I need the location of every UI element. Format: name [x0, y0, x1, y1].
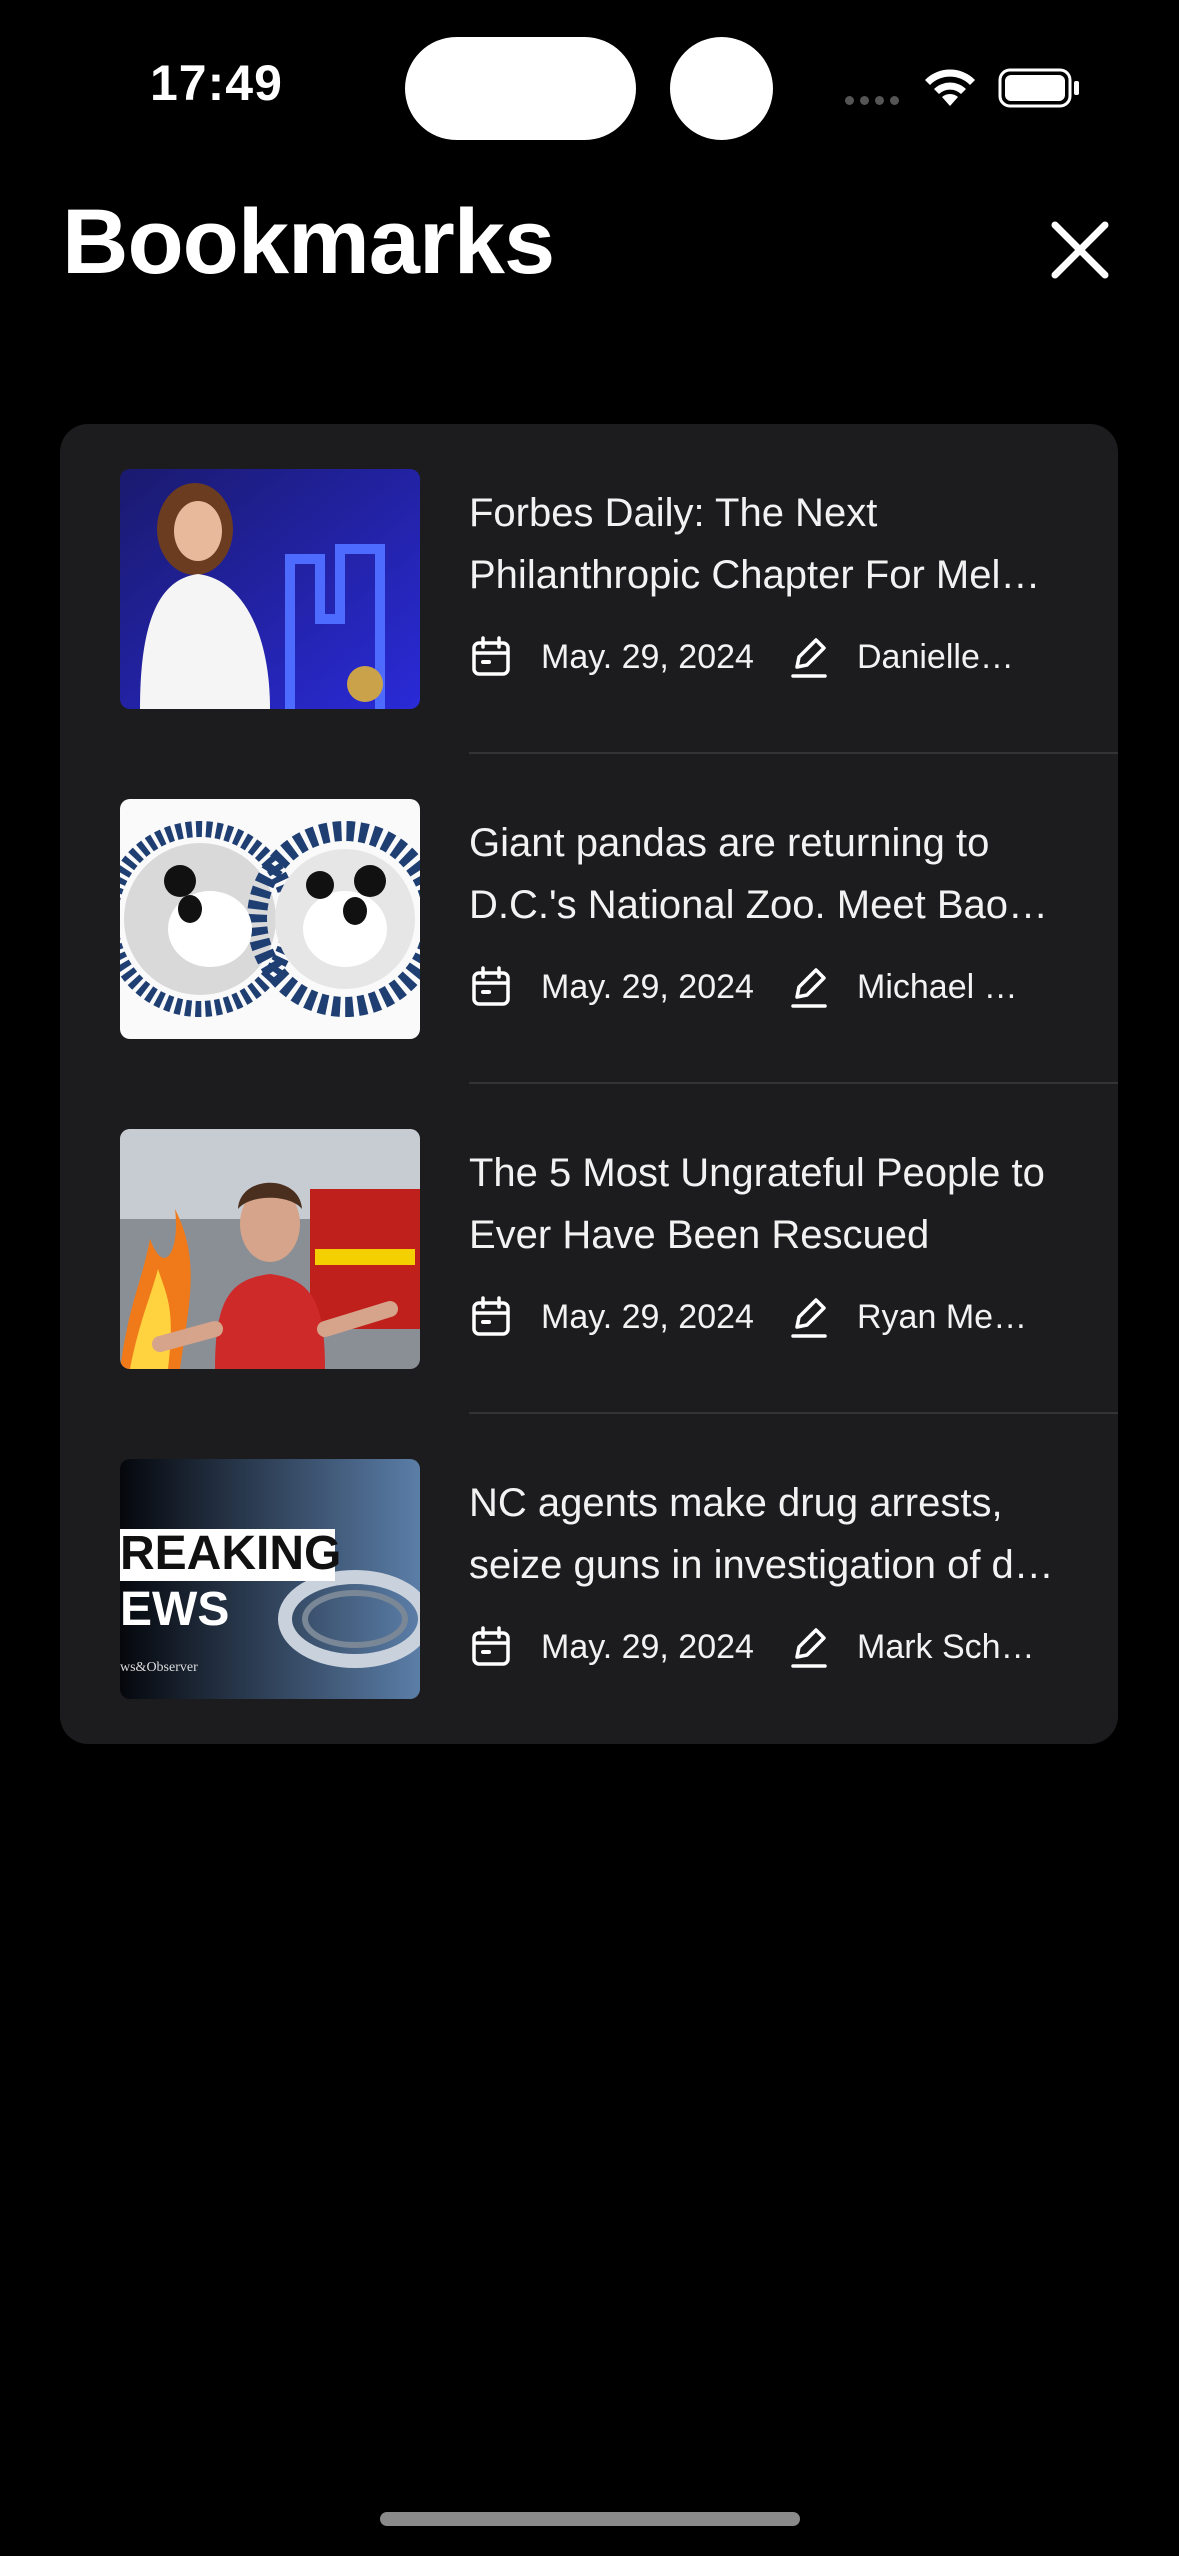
article-meta: May. 29, 2024 Ryan Men… [469, 1292, 1037, 1342]
pencil-icon [791, 1628, 827, 1668]
article-thumbnail [120, 1129, 420, 1369]
article-meta: May. 29, 2024 Danielle… [469, 632, 1037, 682]
breaking-news-text: REAKING [120, 1527, 341, 1580]
article-title: Giant pandas are returning to D.C.'s Nat… [469, 821, 1048, 927]
bookmarks-list: Forbes Daily: The Next Philanthropic Cha… [60, 424, 1118, 1744]
article-title: NC agents make drug arrests, seize guns … [469, 1481, 1054, 1587]
calendar-icon [472, 966, 510, 1006]
article-title: Forbes Daily: The Next Philanthropic Cha… [469, 491, 1041, 597]
calendar-icon [472, 1296, 510, 1336]
page-title: Bookmarks [62, 191, 555, 293]
home-indicator[interactable] [380, 2512, 800, 2526]
article-date: May. 29, 2024 [541, 1297, 754, 1336]
pencil-icon [791, 638, 827, 678]
article-date: May. 29, 2024 [541, 1627, 754, 1666]
article-author: Mark Sch… [857, 1627, 1035, 1666]
bookmarks-screen: 17:49 Bookmarks Forbes Daily: The Next P… [0, 0, 1179, 2556]
camera-dot [670, 37, 773, 140]
battery-icon [998, 68, 1079, 108]
wifi-icon [925, 69, 975, 106]
dynamic-island [405, 37, 636, 140]
article-title: The 5 Most Ungrateful People to Ever Hav… [469, 1151, 1045, 1257]
publisher-caption: ws&Observer [120, 1660, 198, 1675]
bookmark-item[interactable]: The 5 Most Ungrateful People to Ever Hav… [60, 1084, 1118, 1414]
article-thumbnail [120, 469, 420, 709]
article-date: May. 29, 2024 [541, 637, 754, 676]
bookmark-item[interactable]: Forbes Daily: The Next Philanthropic Cha… [60, 424, 1118, 754]
news-text: EWS [120, 1583, 229, 1636]
article-thumbnail: REAKING EWS ws&Observer [120, 1459, 420, 1699]
pencil-icon [791, 968, 827, 1008]
article-author: Michael E… [857, 967, 1037, 1006]
article-author: Danielle… [857, 637, 1014, 676]
article-meta: May. 29, 2024 Mark Sch… [469, 1622, 1037, 1672]
calendar-icon [472, 1626, 510, 1666]
article-thumbnail [120, 799, 420, 1039]
close-icon[interactable] [1045, 215, 1115, 285]
pencil-icon [791, 1298, 827, 1338]
calendar-icon [472, 636, 510, 676]
bookmark-item[interactable]: REAKING EWS ws&Observer NC agents make d… [60, 1414, 1118, 1744]
bookmark-item[interactable]: Giant pandas are returning to D.C.'s Nat… [60, 754, 1118, 1084]
cellular-signal-icon [845, 96, 899, 105]
article-author: Ryan Men… [857, 1297, 1037, 1336]
article-meta: May. 29, 2024 Michael E… [469, 962, 1037, 1012]
status-time: 17:49 [150, 55, 283, 111]
article-date: May. 29, 2024 [541, 967, 754, 1006]
